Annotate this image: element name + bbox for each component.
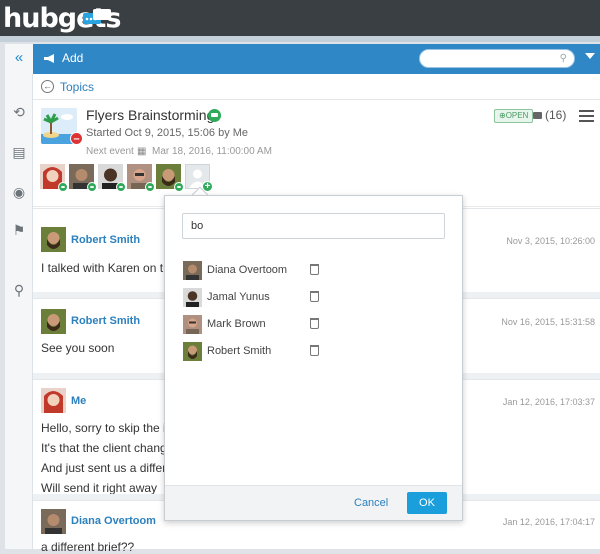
avatar (183, 261, 202, 280)
participant-avatar[interactable] (127, 164, 155, 192)
eye-icon (174, 182, 184, 192)
avatar (183, 315, 202, 334)
chevron-down-icon[interactable] (585, 53, 595, 59)
message-text: Hello, sorry to skip the i (41, 421, 166, 435)
list-item[interactable]: Mark Brown (182, 313, 452, 340)
chat-bubbles-icon (83, 9, 111, 24)
search-icon[interactable]: ⚲ (5, 282, 33, 302)
topic-started: Started Oct 9, 2015, 15:06 by Me (86, 127, 249, 139)
message-text: See you soon (41, 341, 115, 355)
avatar (41, 509, 66, 534)
header-strip (0, 36, 600, 42)
message-text: a different brief?? (41, 540, 135, 554)
topic-title: Flyers Brainstorming (86, 107, 215, 123)
list-item[interactable]: Diana Overtoom (182, 259, 452, 286)
eye-icon (116, 182, 126, 192)
breadcrumb: ← Topics (33, 74, 600, 100)
participant-picker: bo Diana Overtoom Jamal Yunus Mark Brown… (164, 195, 463, 521)
message-author[interactable]: Robert Smith (71, 234, 140, 246)
trash-icon[interactable] (310, 318, 319, 329)
megaphone-icon (44, 53, 54, 63)
message-text: Will send it right away (41, 481, 158, 495)
avatar (41, 388, 66, 413)
eye-icon (58, 182, 68, 192)
action-bar: Add ⚲ (33, 44, 600, 74)
message-text: It's that the client chang (41, 441, 167, 455)
avatar (41, 227, 66, 252)
message-time: Nov 3, 2015, 10:26:00 (506, 236, 595, 246)
avatar (183, 342, 202, 361)
participant-avatar[interactable] (156, 164, 184, 192)
remove-badge-icon[interactable]: – (70, 132, 83, 145)
participant-avatar[interactable] (69, 164, 97, 192)
topics-link[interactable]: Topics (60, 80, 94, 94)
search-icon: ⚲ (559, 53, 567, 64)
avatar (41, 309, 66, 334)
participant-avatar[interactable] (98, 164, 126, 192)
message-author[interactable]: Diana Overtoom (71, 515, 156, 527)
collapse-icon[interactable]: « (5, 44, 33, 74)
status-text: OPEN (505, 111, 529, 120)
list-item[interactable]: Robert Smith (182, 340, 452, 367)
left-rail: ⟲ ▤ ◉ ⚑ ⚲ (5, 44, 33, 549)
message-text: I talked with Karen on th (41, 261, 170, 275)
participant-search-input[interactable]: bo (182, 213, 445, 239)
message-time: Nov 16, 2015, 15:31:58 (501, 317, 595, 327)
calendar-icon: ▦ (137, 146, 147, 157)
message-author[interactable]: Robert Smith (71, 315, 140, 327)
trash-icon[interactable] (310, 264, 319, 275)
add-button[interactable]: Add (43, 51, 83, 65)
participant-avatar[interactable] (40, 164, 68, 192)
add-label: Add (62, 51, 84, 65)
menu-icon[interactable] (579, 110, 594, 122)
participant-results: Diana Overtoom Jamal Yunus Mark Brown Ro… (182, 259, 452, 367)
participant-name: Jamal Yunus (207, 291, 270, 303)
top-bar: hubgets (0, 0, 600, 36)
comment-count[interactable]: (16) (545, 108, 566, 122)
flag-icon[interactable]: ⚑ (5, 222, 33, 242)
sync-icon[interactable]: ⟲ (5, 104, 33, 124)
list-item[interactable]: Jamal Yunus (182, 286, 452, 313)
avatar (183, 288, 202, 307)
message-author[interactable]: Me (71, 395, 86, 407)
status-badge: ⊕OPEN (494, 109, 534, 123)
message-time: Jan 12, 2016, 17:03:37 (502, 397, 595, 407)
notes-icon[interactable]: ▤ (5, 144, 33, 164)
eye-icon (145, 182, 155, 192)
back-arrow-icon[interactable]: ← (41, 80, 54, 93)
trash-icon[interactable] (310, 291, 319, 302)
participant-list: + (40, 164, 213, 192)
message-time: Jan 12, 2016, 17:04:17 (502, 517, 595, 527)
trash-icon[interactable] (310, 345, 319, 356)
comment-icon (533, 112, 542, 119)
eye-icon (87, 182, 97, 192)
participant-name: Mark Brown (207, 318, 266, 330)
ok-button[interactable]: OK (407, 492, 447, 514)
add-participant-button[interactable]: + (185, 164, 213, 192)
search-input[interactable]: ⚲ (419, 49, 575, 68)
cancel-button[interactable]: Cancel (354, 497, 388, 509)
next-event-label: Next event (86, 146, 134, 157)
chat-status-icon (208, 109, 221, 122)
participant-name: Robert Smith (207, 345, 272, 357)
participant-name: Diana Overtoom (207, 264, 288, 276)
next-event-date: Mar 18, 2016, 11:00:00 AM (152, 146, 272, 157)
popup-footer: Cancel OK (165, 485, 462, 520)
message-text: And just sent us a differ (41, 461, 167, 475)
eye-icon[interactable]: ◉ (5, 184, 33, 204)
